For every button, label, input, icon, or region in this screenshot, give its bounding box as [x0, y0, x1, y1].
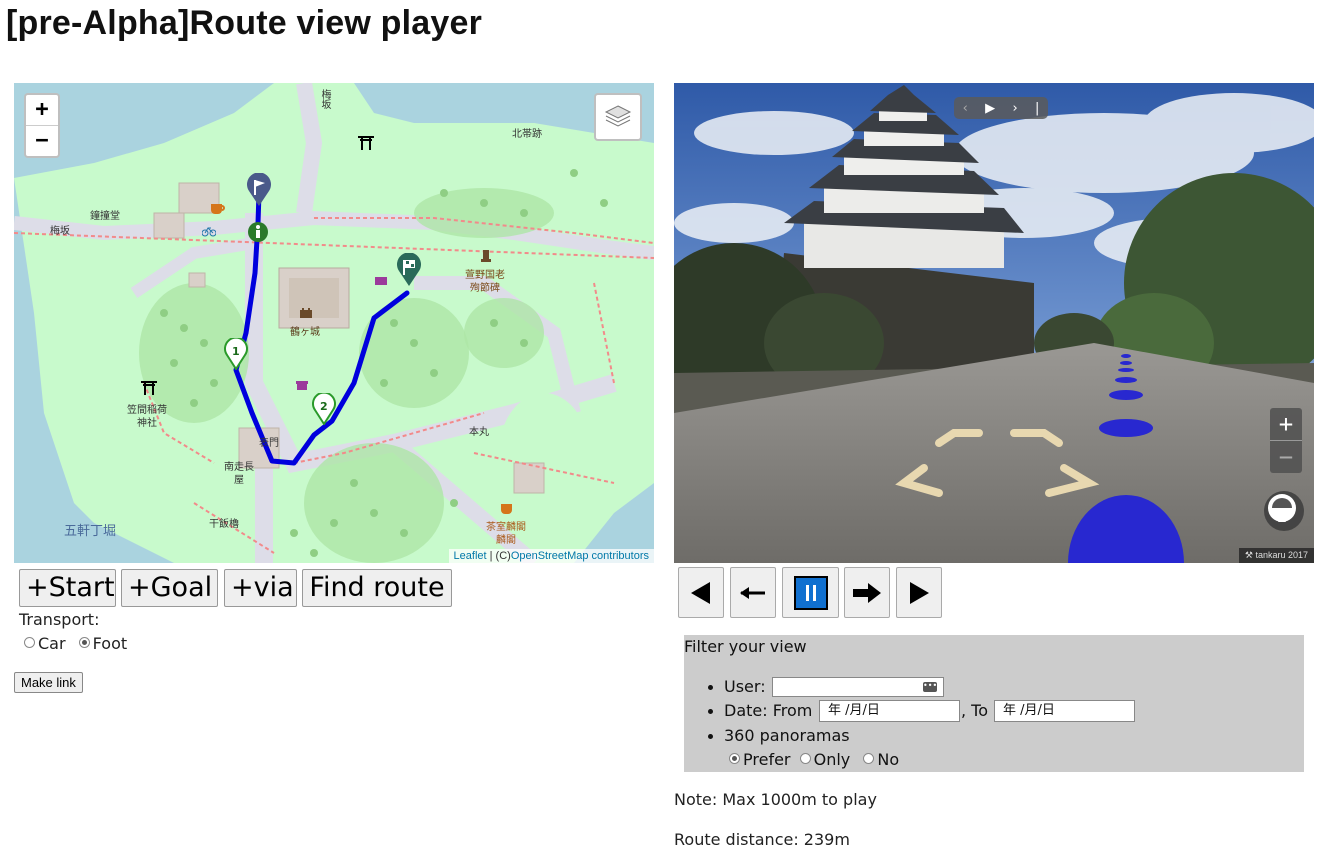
- gift-icon: [296, 381, 308, 390]
- bicycle-icon: [202, 227, 216, 237]
- pano-zoom-control: + −: [1270, 408, 1302, 473]
- pano-nav-next-button[interactable]: ›: [1012, 101, 1017, 116]
- map-label-senbanyagura: 干飯櫓: [209, 519, 239, 530]
- pause-icon: [793, 575, 828, 610]
- compass-icon: [1268, 494, 1296, 522]
- transport-foot-radio[interactable]: [78, 637, 90, 648]
- filter-date-from-input[interactable]: 年 /月/日: [819, 700, 960, 722]
- street-view-panorama[interactable]: ‹ ▶ › | + − ⚒ tankaru 2017: [674, 83, 1314, 563]
- memorial-icon: [481, 250, 491, 262]
- filter-title: Filter your view: [684, 637, 807, 656]
- map-zoom-in-button[interactable]: +: [26, 95, 58, 125]
- pano-nav-play-button[interactable]: ▶: [985, 101, 995, 116]
- triangle-right-icon: [910, 581, 929, 604]
- map-label-kitadeguruwa: 北帯跡: [512, 129, 542, 140]
- leaflet-link[interactable]: Leaflet: [454, 550, 487, 562]
- pano-no-label[interactable]: No: [877, 750, 899, 769]
- map-label-hoshodo: 鐘撞堂: [90, 211, 120, 222]
- make-link-button[interactable]: Make link: [14, 672, 83, 693]
- pano-nav-end-button[interactable]: |: [1035, 101, 1039, 116]
- pano-no-radio[interactable]: [863, 753, 875, 764]
- find-route-button[interactable]: Find route: [302, 569, 452, 607]
- note-text: Note: Max 1000m to play: [674, 790, 877, 809]
- pano-compass-button[interactable]: [1264, 491, 1304, 531]
- route-distance-text: Route distance: 239m: [674, 830, 850, 849]
- waypoint-2-label: 2: [320, 400, 328, 413]
- filter-user-row: User:: [708, 677, 766, 696]
- map-label-tsurugajo: 鶴ヶ城: [290, 327, 320, 338]
- player-first-button[interactable]: [678, 567, 724, 618]
- add-goal-button[interactable]: +Goal: [121, 569, 218, 607]
- filter-user-label: User:: [724, 677, 766, 696]
- player-pause-button[interactable]: [782, 567, 839, 618]
- pano-prefer-label[interactable]: Prefer: [743, 750, 791, 769]
- transport-options: Car Foot: [24, 634, 127, 653]
- arrow-right-icon: [853, 582, 881, 603]
- pano-nav-prev-button[interactable]: ‹: [963, 101, 968, 116]
- pano-only-label[interactable]: Only: [814, 750, 851, 769]
- teahouse-cafe-icon: [501, 504, 512, 514]
- transport-foot-label[interactable]: Foot: [93, 634, 127, 653]
- triangle-left-icon: [691, 581, 710, 604]
- start-flag-marker-icon[interactable]: [396, 253, 422, 287]
- map-label-kayano2: 殉節碑: [470, 283, 500, 294]
- waypoint-1-label: 1: [232, 345, 240, 358]
- filter-date-to-label: , To: [961, 701, 989, 720]
- filter-date-to-input[interactable]: 年 /月/日: [994, 700, 1135, 722]
- map-layers-button[interactable]: [594, 93, 642, 141]
- map-attribution: Leaflet | (C)OpenStreetMap contributors: [448, 549, 654, 563]
- filter-user-input[interactable]: •••: [772, 677, 944, 697]
- shrine-torii-icon-kasama: [141, 381, 157, 395]
- map-tiles[interactable]: [14, 83, 654, 563]
- map-label-kasama2: 神社: [137, 418, 157, 429]
- filter-pano-row: 360 panoramas: [708, 726, 850, 745]
- player-back-button[interactable]: [730, 567, 776, 618]
- filter-date-label: Date: From: [724, 701, 813, 720]
- player-last-button[interactable]: [896, 567, 942, 618]
- transport-label: Transport:: [19, 610, 100, 629]
- panorama-nav-pill: ‹ ▶ › |: [954, 97, 1048, 119]
- transport-car-label[interactable]: Car: [38, 634, 66, 653]
- castle-icon: [300, 308, 312, 318]
- osm-link[interactable]: OpenStreetMap contributors: [511, 550, 649, 562]
- add-via-button[interactable]: +via: [224, 569, 297, 607]
- route-map[interactable]: 1 2 鐘撞堂 梅坂 梅坂 北帯跡 萱野国老 殉節碑 鶴ヶ城 本丸 笠間稲荷 神…: [14, 83, 654, 563]
- transport-car-radio[interactable]: [24, 637, 35, 648]
- filter-panel: Filter your view User: ••• Date: From 年 …: [684, 635, 1304, 772]
- map-zoom-out-button[interactable]: −: [26, 125, 58, 156]
- cafe-icon: [211, 204, 225, 214]
- pano-zoom-out-button[interactable]: −: [1270, 440, 1302, 473]
- pano-prefer-radio[interactable]: [729, 753, 740, 764]
- layers-icon: [604, 105, 632, 127]
- player-forward-button[interactable]: [844, 567, 890, 618]
- map-label-omotemon: 表門: [259, 438, 279, 449]
- map-label-minami2: 屋: [234, 475, 244, 486]
- map-label-gokencho: 五軒丁堀: [64, 524, 117, 539]
- pano-credit-text: tankaru 2017: [1255, 550, 1308, 560]
- shrine-torii-icon: [358, 136, 374, 150]
- filter-pano-label: 360 panoramas: [724, 726, 850, 745]
- toilet-icon: [248, 222, 268, 242]
- ticket-icon: [375, 277, 387, 285]
- map-label-umesaka: 梅坂: [50, 226, 70, 237]
- filter-date-row: Date: From: [707, 701, 813, 720]
- arrow-left-icon: [740, 586, 765, 599]
- panorama-image[interactable]: [674, 83, 1314, 563]
- page-title: [pre-Alpha]Route view player: [6, 4, 483, 42]
- pano-zoom-in-button[interactable]: +: [1270, 408, 1302, 440]
- pano-only-radio[interactable]: [799, 753, 811, 764]
- map-label-chashitsu2: 麟閣: [496, 535, 516, 546]
- more-dots-icon[interactable]: •••: [923, 682, 937, 692]
- filter-pano-options: Prefer Only No: [729, 750, 899, 769]
- add-start-button[interactable]: +Start: [19, 569, 116, 607]
- attribution-separator: | (C): [486, 550, 511, 562]
- pano-credit: ⚒ tankaru 2017: [1238, 548, 1314, 563]
- map-zoom-control: + −: [24, 93, 60, 158]
- goal-flag-marker-icon[interactable]: [246, 173, 272, 207]
- map-label-umesaka-top: 梅坂: [319, 89, 330, 109]
- map-label-honmaru: 本丸: [469, 427, 489, 438]
